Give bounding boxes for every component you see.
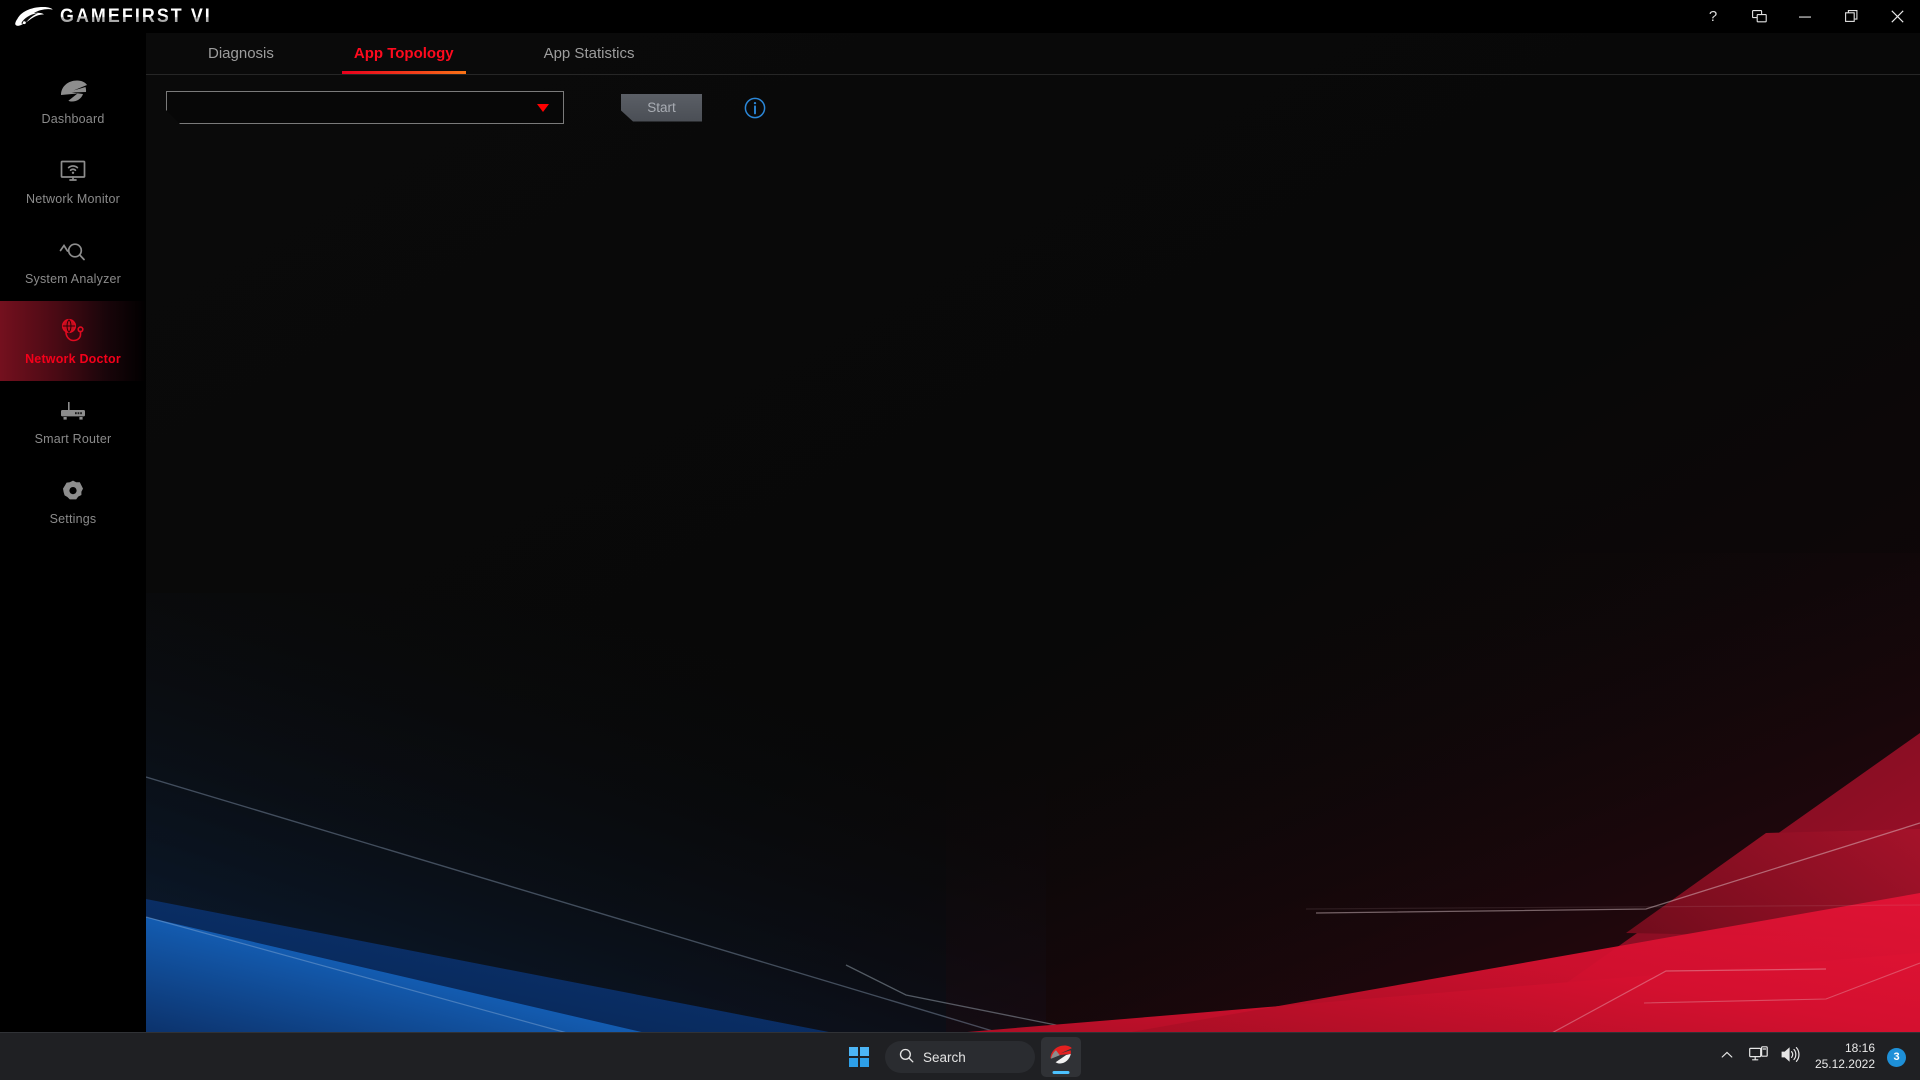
notification-badge[interactable]: 3	[1887, 1048, 1906, 1067]
title-bar: GAMEFIRST VI ?	[0, 0, 1920, 33]
tray-volume-button[interactable]	[1777, 1040, 1805, 1074]
app-title: GAMEFIRST VI	[60, 6, 212, 28]
minimize-button[interactable]	[1782, 0, 1828, 33]
ethernet-icon	[1749, 1046, 1768, 1068]
sidebar-item-label: Network Monitor	[26, 192, 120, 206]
sidebar-item-label: Settings	[50, 512, 97, 526]
taskbar-clock[interactable]: 18:16 25.12.2022	[1809, 1041, 1883, 1073]
gamefirst-app-icon	[1048, 1042, 1074, 1073]
restore-window-icon	[1845, 10, 1858, 23]
system-tray: 18:16 25.12.2022 3	[1713, 1033, 1914, 1080]
monitor-overlap-icon	[1752, 10, 1767, 23]
start-button[interactable]: Start	[621, 94, 702, 122]
tab-bar: Diagnosis App Topology App Statistics	[146, 33, 1920, 74]
search-icon	[899, 1048, 914, 1066]
content-area: Diagnosis App Topology App Statistics St…	[146, 33, 1920, 1047]
help-button[interactable]: ?	[1690, 0, 1736, 33]
sidebar-item-network-doctor[interactable]: Network Doctor	[0, 301, 146, 381]
tray-network-button[interactable]	[1745, 1040, 1773, 1074]
magnifier-waveform-icon	[58, 237, 88, 265]
topology-toolbar: Start	[166, 91, 766, 124]
speaker-icon	[1781, 1046, 1800, 1068]
tray-show-hidden-button[interactable]	[1713, 1040, 1741, 1074]
sidebar-item-settings[interactable]: Settings	[0, 461, 146, 541]
info-button[interactable]	[744, 97, 766, 119]
taskbar-search-box[interactable]: Search	[885, 1041, 1035, 1073]
tab-label: App Statistics	[544, 45, 635, 62]
clock-time: 18:16	[1845, 1041, 1875, 1057]
tab-diagnosis[interactable]: Diagnosis	[194, 33, 288, 74]
minimize-icon	[1799, 11, 1811, 23]
close-button[interactable]	[1874, 0, 1920, 33]
tab-divider	[146, 74, 1920, 75]
sidebar-item-network-monitor[interactable]: Network Monitor	[0, 141, 146, 221]
stethoscope-globe-icon	[58, 317, 88, 345]
tab-label: App Topology	[354, 45, 454, 62]
gamefirst-app-window: GAMEFIRST VI ?	[0, 0, 1920, 1080]
screen-mode-button[interactable]	[1736, 0, 1782, 33]
app-select-dropdown[interactable]	[166, 91, 564, 124]
brand: GAMEFIRST VI	[0, 5, 222, 29]
sidebar-item-label: System Analyzer	[25, 272, 121, 286]
taskbar-search-label: Search	[923, 1050, 966, 1065]
sidebar-item-system-analyzer[interactable]: System Analyzer	[0, 221, 146, 301]
tab-label: Diagnosis	[208, 45, 274, 62]
gear-icon	[58, 477, 88, 505]
rog-eye-logo-icon	[14, 5, 54, 29]
taskbar-center-group: Search	[839, 1033, 1081, 1080]
speedometer-icon	[58, 77, 88, 105]
router-icon	[58, 397, 88, 425]
maximize-button[interactable]	[1828, 0, 1874, 33]
chevron-up-icon	[1720, 1048, 1734, 1067]
windows-taskbar: Search	[0, 1032, 1920, 1080]
window-controls: ?	[1690, 0, 1920, 33]
question-mark-icon: ?	[1709, 9, 1717, 24]
clock-date: 25.12.2022	[1815, 1057, 1875, 1073]
sidebar-item-label: Smart Router	[35, 432, 112, 446]
taskbar-active-indicator	[1053, 1071, 1070, 1074]
sidebar-nav: Dashboard Network Monitor	[0, 33, 146, 541]
tab-app-statistics[interactable]: App Statistics	[530, 33, 649, 74]
sidebar-item-dashboard[interactable]: Dashboard	[0, 61, 146, 141]
sidebar-item-smart-router[interactable]: Smart Router	[0, 381, 146, 461]
taskbar-item-gamefirst[interactable]	[1041, 1037, 1081, 1077]
close-icon	[1891, 10, 1904, 23]
chevron-down-icon	[537, 104, 549, 112]
start-menu-button[interactable]	[839, 1037, 879, 1077]
tab-app-topology[interactable]: App Topology	[340, 33, 468, 74]
sidebar-item-label: Network Doctor	[25, 352, 121, 366]
monitor-wifi-icon	[58, 157, 88, 185]
info-circle-icon	[744, 97, 766, 119]
sidebar: Dashboard Network Monitor	[0, 33, 146, 1080]
windows-logo-icon	[849, 1047, 870, 1068]
sidebar-item-label: Dashboard	[42, 112, 105, 126]
rog-background-art	[146, 33, 1920, 1047]
